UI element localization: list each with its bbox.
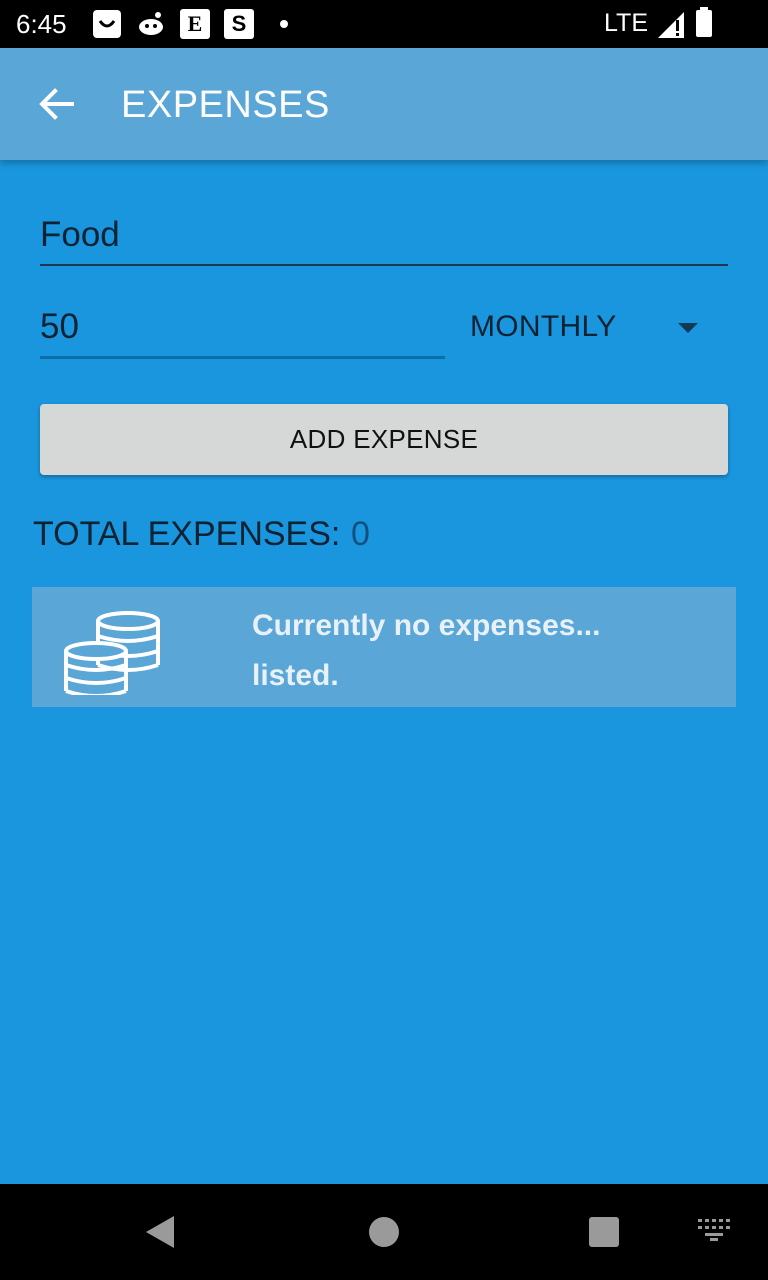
total-expenses-label: TOTAL EXPENSES:: [33, 515, 341, 553]
signal-icon: [658, 12, 686, 43]
add-expense-button[interactable]: ADD EXPENSE: [40, 404, 728, 475]
keyboard-icon[interactable]: [698, 1219, 730, 1246]
notification-dot-icon: [280, 20, 288, 28]
nav-back-icon[interactable]: [146, 1216, 174, 1248]
dropdown-arrow-icon: [678, 323, 698, 333]
expense-amount-field[interactable]: [40, 298, 445, 359]
expense-name-field[interactable]: [40, 206, 728, 266]
frequency-dropdown[interactable]: MONTHLY: [470, 300, 728, 358]
system-nav-bar: [0, 1184, 768, 1280]
s-app-icon: S: [224, 9, 254, 39]
reddit-icon: [136, 9, 166, 39]
arrow-back-icon: [39, 88, 74, 120]
back-button[interactable]: [34, 82, 78, 126]
frequency-selected-value: MONTHLY: [470, 310, 617, 343]
status-bar: 6:45 E S LTE: [0, 0, 768, 48]
etsy-icon: E: [180, 9, 210, 39]
nav-home-icon[interactable]: [369, 1217, 399, 1247]
nav-recents-icon[interactable]: [589, 1217, 619, 1247]
shopping-bag-icon: [92, 9, 122, 39]
coins-icon: [62, 599, 172, 700]
status-time: 6:45: [16, 9, 67, 39]
network-type: LTE: [604, 9, 648, 37]
total-expenses-value: 0: [351, 515, 370, 553]
page-title: EXPENSES: [121, 84, 330, 126]
app-bar: EXPENSES: [0, 48, 768, 160]
empty-state-message: Currently no expenses... listed.: [252, 609, 601, 692]
battery-icon: [696, 7, 712, 37]
empty-expenses-card: Currently no expenses... listed.: [32, 587, 736, 707]
